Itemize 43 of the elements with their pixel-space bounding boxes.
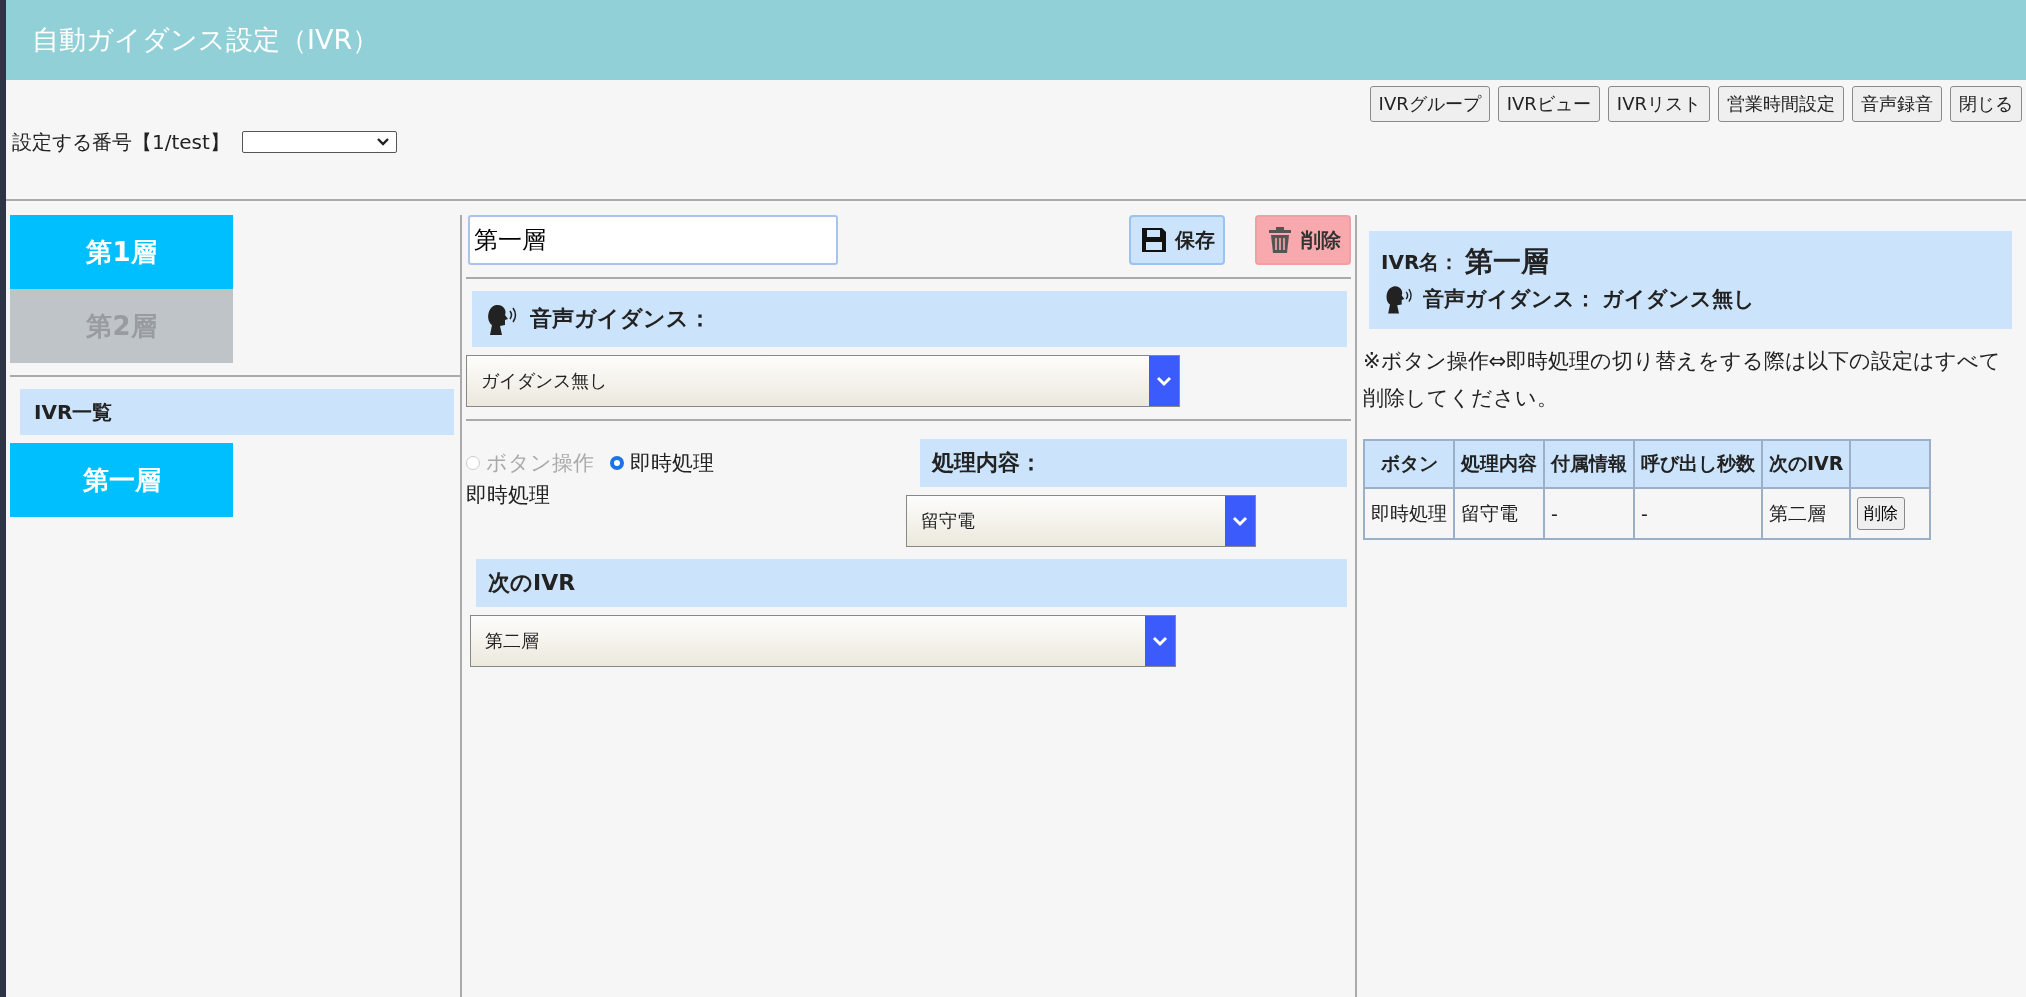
list-heading: IVR一覧	[20, 389, 454, 435]
section-label: 処理内容：	[932, 449, 1042, 477]
table-cell: -	[1544, 488, 1634, 539]
chevron-down-icon	[1225, 496, 1255, 546]
name-input-field[interactable]: 第一層	[468, 215, 838, 265]
section-label: 音声ガイダンス：	[530, 305, 711, 333]
ivr-name: 第一層	[1465, 244, 1550, 280]
delete-button[interactable]: 削除	[1255, 215, 1351, 265]
toolbar-button[interactable]: IVRリスト	[1607, 86, 1710, 122]
action-dropdown[interactable]: 留守電	[906, 495, 1256, 547]
table-header: 付属情報	[1544, 440, 1634, 488]
number-dropdown[interactable]	[241, 131, 397, 153]
mode-text: 即時処理	[466, 482, 551, 509]
table-header: ボタン	[1364, 440, 1454, 488]
guidance-value: ガイダンス無し	[1602, 286, 1755, 313]
toolbar-button[interactable]: IVRグループ	[1369, 86, 1490, 122]
table-header: 処理内容	[1454, 440, 1544, 488]
table-header: 次のIVR	[1762, 440, 1851, 488]
table-cell: 第二層	[1762, 488, 1851, 539]
note-text: ※ボタン操作⇔即時処理の切り替えをする際は以下の設定はすべて削除してください。	[1363, 348, 2003, 412]
radio-button[interactable]	[610, 456, 624, 470]
page-title: 自動ガイダンス設定（IVR）	[32, 23, 380, 57]
chevron-down-icon	[1149, 356, 1179, 406]
table-cell: -	[1634, 488, 1762, 539]
toolbar-button[interactable]: IVRビュー	[1497, 86, 1600, 122]
chevron-down-icon	[375, 137, 390, 147]
save-button[interactable]: 保存	[1129, 215, 1225, 265]
section-label: 次のIVR	[488, 569, 576, 597]
number-label: 設定する番号【1/test】	[12, 128, 230, 156]
chevron-down-icon	[1145, 616, 1175, 666]
radio-label: 即時処理	[630, 450, 714, 477]
radio-label: ボタン操作	[486, 450, 594, 477]
next-ivr-dropdown[interactable]: 第二層	[470, 615, 1176, 667]
table-header: 呼び出し秒数	[1634, 440, 1762, 488]
delete-row-button[interactable]: 削除	[1857, 497, 1906, 530]
table-cell: 留守電	[1454, 488, 1544, 539]
guidance-dropdown[interactable]: ガイダンス無し	[466, 355, 1180, 407]
guidance-label: 音声ガイダンス：	[1423, 286, 1596, 313]
table-cell: 即時処理	[1364, 488, 1454, 539]
toolbar-button[interactable]: 営業時間設定	[1718, 86, 1844, 122]
ivr-name-label: IVR名：	[1381, 248, 1460, 276]
toolbar-button[interactable]: 音声録音	[1852, 86, 1942, 122]
toolbar-button[interactable]: 閉じる	[1950, 86, 2022, 122]
